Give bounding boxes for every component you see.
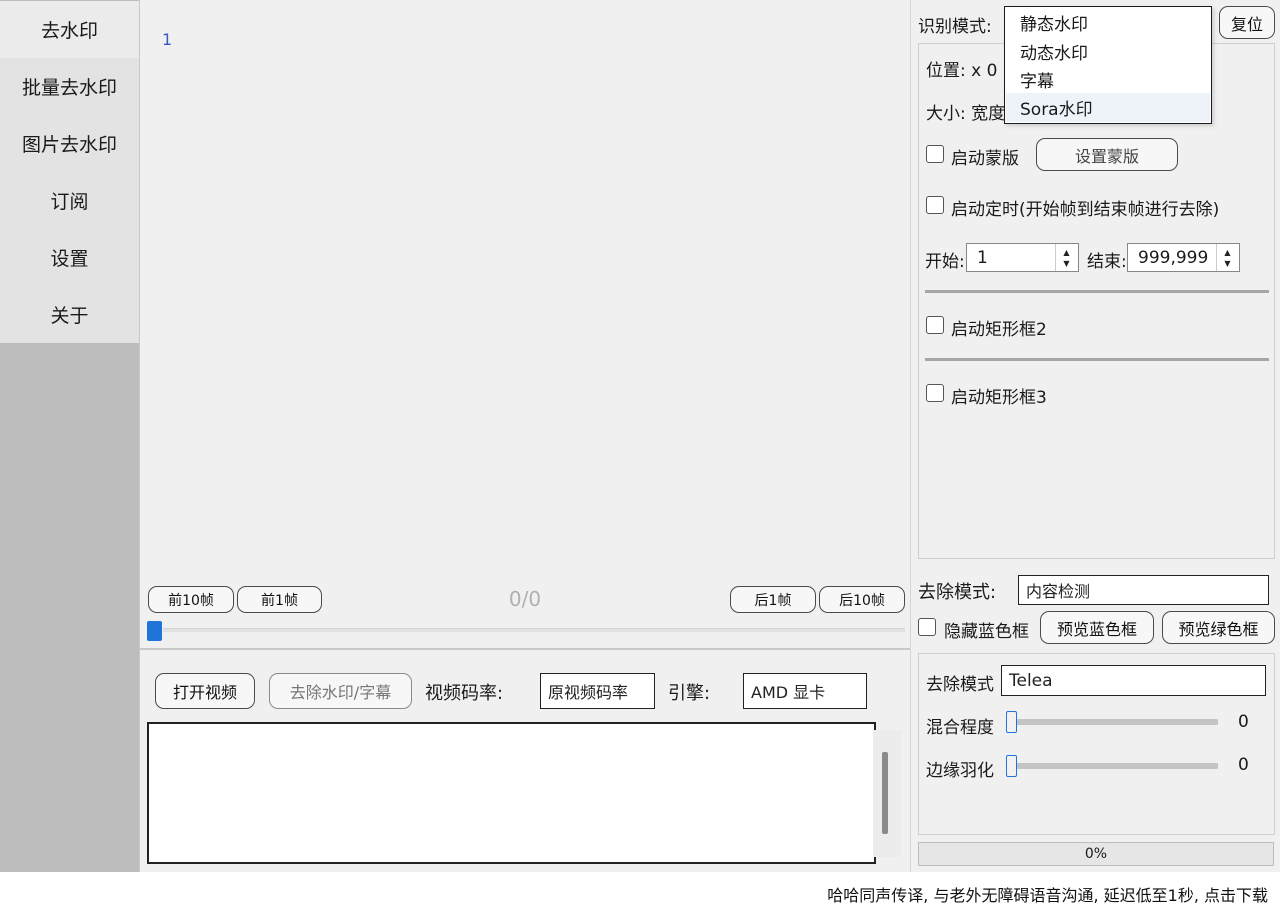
blend-slider-handle[interactable] xyxy=(1006,711,1017,733)
sidebar-item-image-remove[interactable]: 图片去水印 xyxy=(0,115,139,172)
removal-mode-select[interactable]: 内容检测 xyxy=(1018,575,1269,605)
next-10-frames-button[interactable]: 后10帧 xyxy=(819,586,905,613)
enable-mask-label: 启动蒙版 xyxy=(951,149,1019,169)
next-1-frame-button[interactable]: 后1帧 xyxy=(730,586,816,613)
engine-select[interactable]: AMD 显卡 xyxy=(743,673,867,709)
sidebar-item-label: 订阅 xyxy=(50,191,89,213)
end-label: 结束: xyxy=(1087,252,1127,272)
separator xyxy=(925,290,1269,293)
feather-slider-track[interactable] xyxy=(1015,763,1218,769)
sidebar-item-label: 设置 xyxy=(50,248,89,270)
enable-rect2-label: 启动矩形框2 xyxy=(951,320,1047,340)
set-mask-button[interactable]: 设置蒙版 xyxy=(1036,138,1178,171)
inpaint-mode-label: 去除模式 xyxy=(926,675,994,695)
enable-rect3-checkbox[interactable] xyxy=(926,384,944,402)
bitrate-select[interactable]: 原视频码率 xyxy=(540,673,655,709)
panel-divider xyxy=(910,0,911,872)
open-video-button[interactable]: 打开视频 xyxy=(155,673,255,709)
blend-slider-track[interactable] xyxy=(1015,719,1218,725)
sidebar-item-label: 批量去水印 xyxy=(21,77,117,99)
progress-bar: 0% xyxy=(918,842,1274,866)
feather-value: 0 xyxy=(1238,755,1249,775)
timeline-handle[interactable] xyxy=(147,621,162,641)
dropdown-option-static[interactable]: 静态水印 xyxy=(1006,8,1210,37)
sidebar-item-remove-watermark[interactable]: 去水印 xyxy=(0,1,139,58)
prev-10-frames-button[interactable]: 前10帧 xyxy=(148,586,234,613)
sidebar-item-label: 关于 xyxy=(50,305,89,327)
end-spin-arrows-icon[interactable]: ▲ ▼ xyxy=(1216,244,1238,271)
start-label: 开始: xyxy=(925,252,965,272)
footer-ad-link[interactable]: 哈哈同声传译, 与老外无障碍语音沟通, 延迟低至1秒, 点击下载 xyxy=(827,882,1268,906)
footer-bar: 哈哈同声传译, 与老外无障碍语音沟通, 延迟低至1秒, 点击下载 xyxy=(0,872,1280,914)
enable-timer-checkbox[interactable] xyxy=(926,196,944,214)
dropdown-option-sora[interactable]: Sora水印 xyxy=(1006,93,1210,122)
prev-1-frame-button[interactable]: 前1帧 xyxy=(237,586,322,613)
sidebar-item-settings[interactable]: 设置 xyxy=(0,229,139,286)
frame-counter: 0/0 xyxy=(508,587,542,611)
enable-rect3-label: 启动矩形框3 xyxy=(951,388,1047,408)
separator xyxy=(925,358,1269,361)
blend-label: 混合程度 xyxy=(926,718,994,738)
timeline-track[interactable] xyxy=(163,628,905,632)
preview-blue-box-button[interactable]: 预览蓝色框 xyxy=(1040,611,1154,644)
sidebar-item-subscribe[interactable]: 订阅 xyxy=(0,172,139,229)
log-scrollbar-thumb[interactable] xyxy=(882,752,888,834)
enable-timer-label: 启动定时(开始帧到结束帧进行去除) xyxy=(951,200,1220,220)
dropdown-option-subtitle[interactable]: 字幕 xyxy=(1006,65,1210,94)
position-label: 位置: x 0 xyxy=(926,61,998,81)
reset-button[interactable]: 复位 xyxy=(1219,6,1275,39)
end-frame-value: 999,999 xyxy=(1138,247,1209,268)
sidebar: 去水印 批量去水印 图片去水印 订阅 设置 关于 xyxy=(0,0,140,872)
start-frame-value: 1 xyxy=(977,247,988,268)
log-output[interactable] xyxy=(147,722,876,864)
preview-green-box-button[interactable]: 预览绿色框 xyxy=(1162,611,1275,644)
enable-rect2-checkbox[interactable] xyxy=(926,316,944,334)
dropdown-option-dynamic[interactable]: 动态水印 xyxy=(1006,37,1210,66)
bitrate-label: 视频码率: xyxy=(425,683,504,704)
detect-mode-dropdown[interactable]: 静态水印 动态水印 字幕 Sora水印 xyxy=(1004,6,1212,124)
sidebar-item-batch-remove[interactable]: 批量去水印 xyxy=(0,58,139,115)
start-spin-arrows-icon[interactable]: ▲ ▼ xyxy=(1055,244,1077,271)
blend-value: 0 xyxy=(1238,712,1249,732)
hide-blue-box-label: 隐藏蓝色框 xyxy=(944,622,1029,642)
preview-line-number: 1 xyxy=(162,30,173,49)
size-label: 大小: 宽度 xyxy=(926,104,1006,124)
feather-label: 边缘羽化 xyxy=(926,761,994,781)
progress-text: 0% xyxy=(1084,846,1108,862)
detect-mode-label: 识别模式: xyxy=(918,17,992,37)
remove-watermark-button[interactable]: 去除水印/字幕 xyxy=(269,673,412,709)
sidebar-item-label: 去水印 xyxy=(40,20,98,42)
removal-mode-label: 去除模式: xyxy=(918,582,997,603)
inpaint-mode-select[interactable]: Telea xyxy=(1001,665,1266,696)
engine-label: 引擎: xyxy=(668,683,711,704)
sidebar-item-about[interactable]: 关于 xyxy=(0,286,139,343)
hide-blue-box-checkbox[interactable] xyxy=(918,618,936,636)
divider xyxy=(140,648,910,650)
enable-mask-checkbox[interactable] xyxy=(926,145,944,163)
sidebar-item-label: 图片去水印 xyxy=(21,134,117,156)
feather-slider-handle[interactable] xyxy=(1006,755,1017,777)
